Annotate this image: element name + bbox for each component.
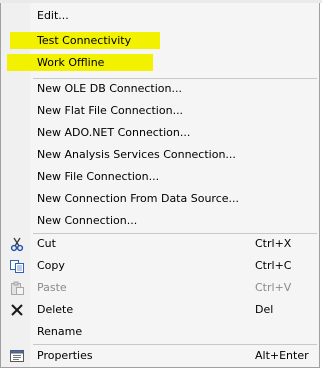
menu-item-paste[interactable]: Paste Ctrl+V xyxy=(3,277,317,299)
menu-item-new-adonet-connection-label: New ADO.NET Connection... xyxy=(37,126,191,139)
menu-item-copy-label: Copy xyxy=(37,259,65,272)
properties-icon xyxy=(9,348,25,364)
menu-item-new-connection-from-data-source-label: New Connection From Data Source... xyxy=(37,192,240,205)
menu-item-paste-label: Paste xyxy=(37,281,67,294)
menu-item-cut-label: Cut xyxy=(37,237,56,250)
menu-item-new-file-connection-label: New File Connection... xyxy=(37,170,160,183)
menu-item-delete[interactable]: Delete Del xyxy=(3,299,317,321)
menu-item-test-connectivity-label: Test Connectivity xyxy=(37,34,132,47)
menu-item-new-analysis-services-connection[interactable]: New Analysis Services Connection... xyxy=(3,144,317,166)
menu-item-new-connection-label: New Connection... xyxy=(37,214,138,227)
menu-item-test-connectivity[interactable]: Test Connectivity xyxy=(3,30,317,52)
menu-item-new-connection-from-data-source[interactable]: New Connection From Data Source... xyxy=(3,188,317,210)
menu-item-new-analysis-services-connection-label: New Analysis Services Connection... xyxy=(37,148,236,161)
menu-item-new-oledb-connection[interactable]: New OLE DB Connection... xyxy=(3,78,317,100)
menu-item-properties-label: Properties xyxy=(37,349,93,362)
menu-item-copy-shortcut: Ctrl+C xyxy=(255,259,292,272)
menu-item-copy[interactable]: Copy Ctrl+C xyxy=(3,255,317,277)
menu-item-rename[interactable]: Rename xyxy=(3,321,317,343)
menu-item-new-connection[interactable]: New Connection... xyxy=(3,210,317,232)
menu-item-new-adonet-connection[interactable]: New ADO.NET Connection... xyxy=(3,122,317,144)
menu-item-work-offline-label: Work Offline xyxy=(37,56,105,69)
scissors-icon xyxy=(9,236,25,252)
menu-item-properties[interactable]: Properties Alt+Enter xyxy=(3,345,317,367)
menu-item-edit-label: Edit... xyxy=(37,9,69,22)
paste-icon xyxy=(9,280,25,296)
copy-icon xyxy=(9,258,25,274)
menu-item-new-flat-file-connection-label: New Flat File Connection... xyxy=(37,104,184,117)
menu-item-cut[interactable]: Cut Ctrl+X xyxy=(3,233,317,255)
menu-item-new-file-connection[interactable]: New File Connection... xyxy=(3,166,317,188)
menu-item-delete-shortcut: Del xyxy=(255,303,274,316)
menu-item-delete-label: Delete xyxy=(37,303,74,316)
menu-item-new-flat-file-connection[interactable]: New Flat File Connection... xyxy=(3,100,317,122)
menu-item-paste-shortcut: Ctrl+V xyxy=(255,281,292,294)
menu-item-cut-shortcut: Ctrl+X xyxy=(255,237,292,250)
menu-item-edit[interactable]: Edit... xyxy=(3,5,317,27)
delete-x-icon xyxy=(9,302,25,318)
context-menu: Edit... Test Connectivity Work Offline N… xyxy=(0,3,320,368)
menu-item-properties-shortcut: Alt+Enter xyxy=(255,349,309,362)
menu-item-rename-label: Rename xyxy=(37,325,83,338)
menu-item-new-oledb-connection-label: New OLE DB Connection... xyxy=(37,82,182,95)
menu-item-work-offline[interactable]: Work Offline xyxy=(3,52,317,74)
